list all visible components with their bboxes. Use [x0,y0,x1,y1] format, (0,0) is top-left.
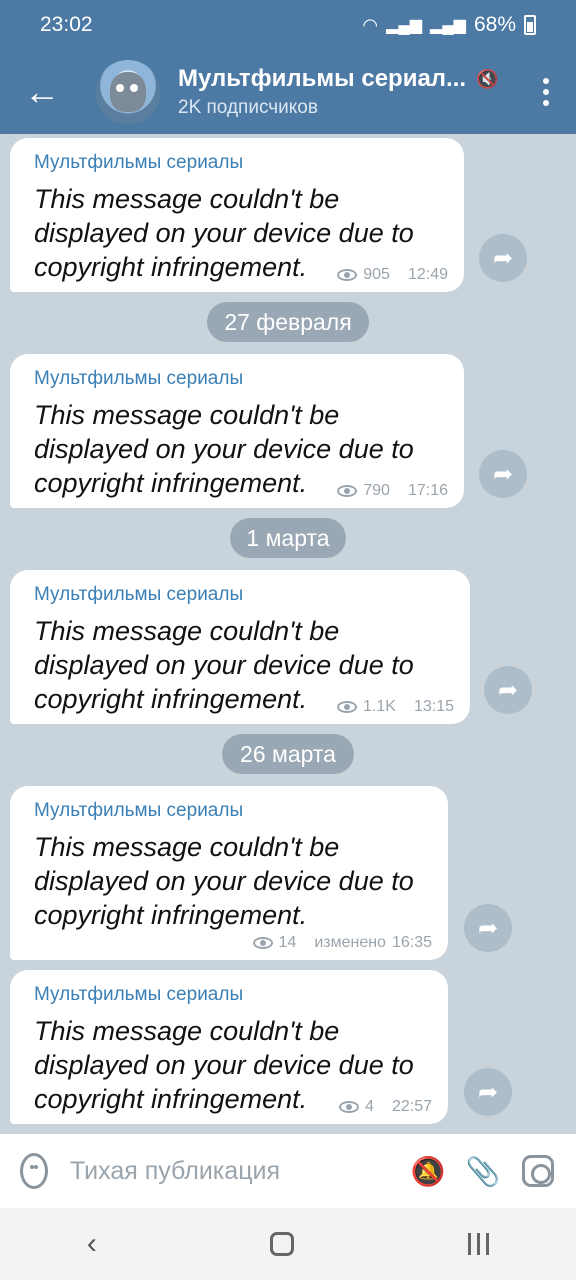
wolf-avatar-icon [110,72,146,112]
back-button[interactable]: ← [0,50,84,134]
share-button[interactable]: ➦ [484,666,532,714]
share-button[interactable]: ➦ [479,234,527,282]
message-meta: 790 17:16 [337,482,448,500]
status-time: 23:02 [40,13,93,36]
battery-percent: 68% [473,13,516,36]
message-sender[interactable]: Мультфильмы сериалы [34,584,452,606]
date-separator: 26 марта [222,734,354,774]
status-icons: ◠ ▂▄▆ ▂▄▆ 68% [362,13,536,37]
system-nav-bar: ‹ [0,1208,576,1280]
eye-icon [337,269,358,281]
message-meta: 1.1K 13:15 [337,698,454,716]
message-time: 22:57 [391,1098,432,1115]
message-meta: 905 12:49 [337,266,448,284]
bell-off-icon: 🔕 [410,1155,446,1187]
view-count: 790 [363,482,390,499]
date-separator: 1 марта [230,518,346,558]
share-arrow-icon: ➦ [477,1078,499,1106]
message-sender[interactable]: Мультфильмы сериалы [34,368,446,390]
message-bubble[interactable]: Мультфильмы сериалы This message couldn'… [10,570,470,724]
message-time: 17:16 [407,482,448,499]
share-button[interactable]: ➦ [464,904,512,952]
message-bubble[interactable]: Мультфильмы сериалы This message couldn'… [10,786,448,960]
view-count: 905 [363,266,390,283]
chat-header: ← Мультфильмы сериал... 🔇 2K подписчиков [0,50,576,134]
back-chevron-icon[interactable]: ‹ [87,1227,97,1261]
status-bar: 23:02 ◠ ▂▄▆ ▂▄▆ 68% [0,0,576,50]
eye-icon [339,1101,360,1113]
message-time: 13:15 [413,698,454,715]
subscriber-count: 2K подписчиков [178,97,318,118]
home-icon[interactable] [270,1232,295,1256]
eye-icon [337,485,358,497]
message-sender[interactable]: Мультфильмы сериалы [34,152,446,174]
share-button[interactable]: ➦ [464,1068,512,1116]
emoji-icon[interactable] [20,1153,48,1189]
camera-icon [521,1155,554,1187]
edited-label: изменено [314,934,386,951]
recents-icon[interactable] [468,1233,490,1255]
channel-info[interactable]: Мультфильмы сериал... 🔇 2K подписчиков [178,65,516,119]
silent-toggle-button[interactable]: 🔕 [410,1151,447,1191]
attach-button[interactable]: 📎 [465,1151,502,1191]
message-list[interactable]: Мультфильмы сериалы This message couldn'… [0,134,576,1134]
message-text: This message couldn't be displayed on yo… [34,832,414,930]
battery-icon [524,15,536,35]
paperclip-icon: 📎 [465,1155,501,1187]
share-arrow-icon: ➦ [492,244,514,272]
message-input[interactable] [70,1156,392,1186]
arrow-left-icon: ← [24,71,60,112]
signal-icon: ▂▄▆ [430,17,466,34]
view-count: 1.1K [363,698,396,715]
share-arrow-icon: ➦ [492,460,514,488]
message-meta: 4 22:57 [339,1098,432,1116]
muted-icon: 🔇 [476,68,499,89]
view-count: 14 [278,934,297,951]
channel-avatar[interactable] [96,60,160,124]
message-time: 12:49 [407,266,448,283]
message-bubble[interactable]: Мультфильмы сериалы This message couldn'… [10,970,448,1124]
message-sender[interactable]: Мультфильмы сериалы [34,800,430,822]
input-bar: 🔕 📎 [0,1134,576,1208]
share-arrow-icon: ➦ [497,676,519,704]
wifi-icon: ◠ [362,14,379,35]
message-bubble[interactable]: Мультфильмы сериалы This message couldn'… [10,354,464,508]
eye-icon [252,937,273,949]
signal-icon: ▂▄▆ [386,17,423,34]
date-separator: 27 февраля [207,302,369,342]
eye-icon [337,701,358,713]
message-sender[interactable]: Мультфильмы сериалы [34,984,430,1006]
channel-title: Мультфильмы сериал... [178,65,467,92]
message-meta: 14 изменено 16:35 [252,934,432,952]
camera-button[interactable] [519,1151,556,1191]
share-arrow-icon: ➦ [477,914,499,942]
message-bubble[interactable]: Мультфильмы сериалы This message couldn'… [10,138,464,292]
message-time: 16:35 [391,934,432,951]
more-vertical-icon [543,78,549,84]
more-options-button[interactable] [516,50,576,134]
share-button[interactable]: ➦ [479,450,527,498]
view-count: 4 [365,1098,374,1115]
